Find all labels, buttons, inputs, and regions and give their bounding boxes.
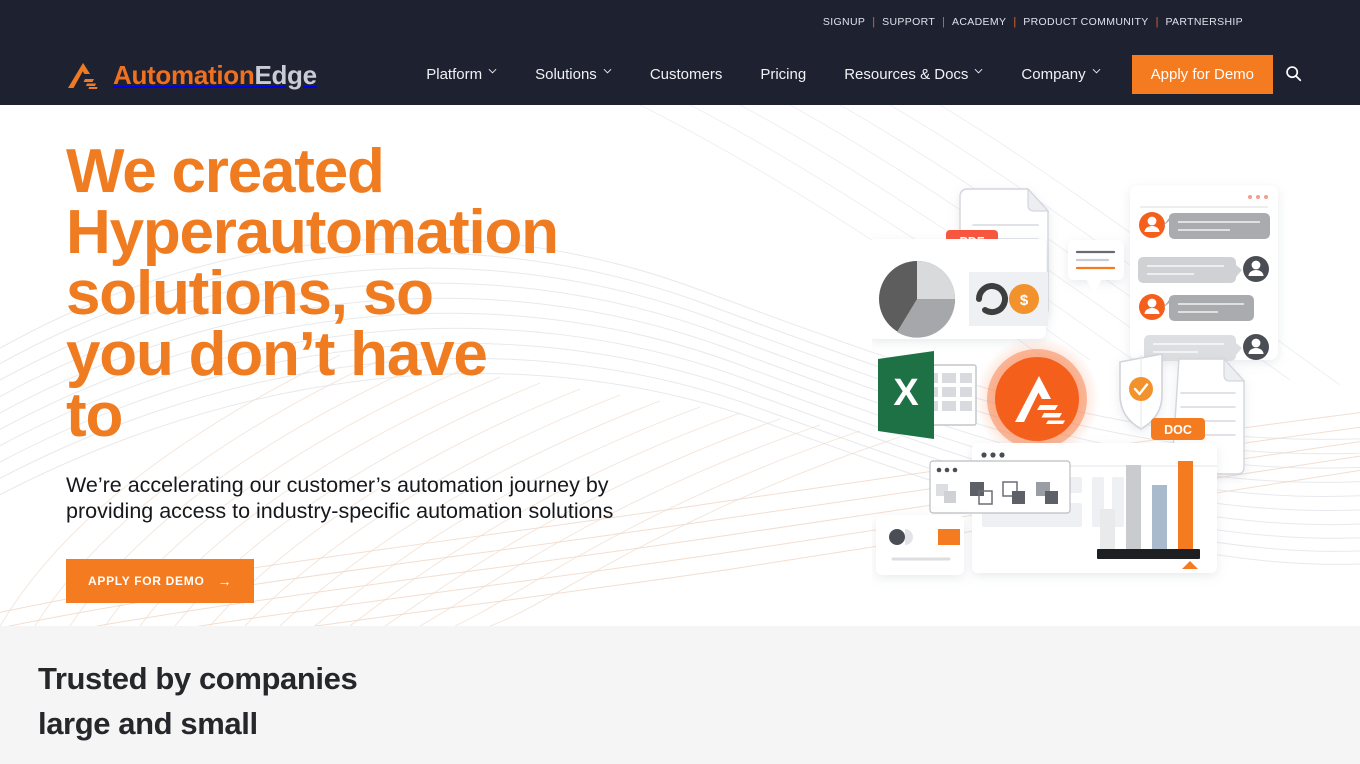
trusted-heading-line-2: large and small bbox=[38, 706, 258, 741]
utility-link-partnership[interactable]: PARTNERSHIP bbox=[1158, 16, 1250, 28]
logo-word-edge: Edge bbox=[254, 59, 317, 90]
utility-link-support[interactable]: SUPPORT bbox=[875, 16, 942, 28]
nav-label: Company bbox=[1021, 66, 1086, 83]
logo-word-automation: Automation bbox=[113, 59, 255, 90]
main-navigation: AutomationEdge Platform Solutions Custom… bbox=[0, 44, 1360, 105]
apply-for-demo-button[interactable]: Apply for Demo bbox=[1131, 55, 1273, 94]
hero-section: We created Hyperautomation solutions, so… bbox=[0, 105, 1360, 626]
chevron-down-icon bbox=[603, 68, 612, 77]
chevron-down-icon bbox=[974, 68, 983, 77]
site-logo[interactable]: AutomationEdge bbox=[66, 60, 317, 90]
search-button[interactable] bbox=[1285, 65, 1302, 85]
hero-apply-for-demo-button[interactable]: APPLY FOR DEMO → bbox=[66, 559, 255, 603]
utility-link-signup[interactable]: SIGNUP bbox=[816, 16, 872, 28]
hero-subheadline: We’re accelerating our customer’s automa… bbox=[66, 473, 614, 523]
hero-cta-label: APPLY FOR DEMO bbox=[88, 574, 205, 588]
automationedge-logo-icon bbox=[66, 60, 106, 90]
chevron-down-icon bbox=[1092, 68, 1101, 77]
nav-label: Resources & Docs bbox=[844, 66, 969, 83]
hero-headline: We created Hyperautomation solutions, so… bbox=[66, 137, 559, 450]
nav-label: Customers bbox=[649, 66, 723, 83]
nav-item-platform[interactable]: Platform bbox=[407, 66, 516, 83]
nav-label: Solutions bbox=[535, 66, 597, 83]
nav-item-company[interactable]: Company bbox=[1002, 66, 1119, 83]
nav-item-customers[interactable]: Customers bbox=[631, 66, 742, 83]
nav-label: Pricing bbox=[760, 66, 807, 83]
utility-links: SIGNUP | SUPPORT | ACADEMY | PRODUCT COM… bbox=[816, 16, 1250, 28]
trusted-heading-line-1: Trusted by companies bbox=[38, 661, 358, 696]
utility-bar: SIGNUP | SUPPORT | ACADEMY | PRODUCT COM… bbox=[0, 0, 1360, 44]
nav-item-resources-and-docs[interactable]: Resources & Docs bbox=[825, 66, 1002, 83]
utility-link-product-community[interactable]: PRODUCT COMMUNITY bbox=[1016, 16, 1155, 28]
nav-label: Platform bbox=[426, 66, 483, 83]
logo-wordmark: AutomationEdge bbox=[113, 62, 317, 88]
trusted-heading: Trusted by companies large and small bbox=[38, 656, 1360, 746]
nav-links: Platform Solutions Customers Pricing Res… bbox=[407, 55, 1360, 94]
nav-item-pricing[interactable]: Pricing bbox=[741, 66, 825, 83]
utility-link-academy[interactable]: ACADEMY bbox=[945, 16, 1013, 28]
trusted-by-section: Trusted by companies large and small bbox=[0, 626, 1360, 764]
hero-content: We created Hyperautomation solutions, so… bbox=[0, 105, 1360, 603]
nav-item-solutions[interactable]: Solutions bbox=[516, 66, 631, 83]
search-icon bbox=[1285, 65, 1302, 85]
arrow-right-icon: → bbox=[217, 573, 233, 589]
chevron-down-icon bbox=[488, 68, 497, 77]
